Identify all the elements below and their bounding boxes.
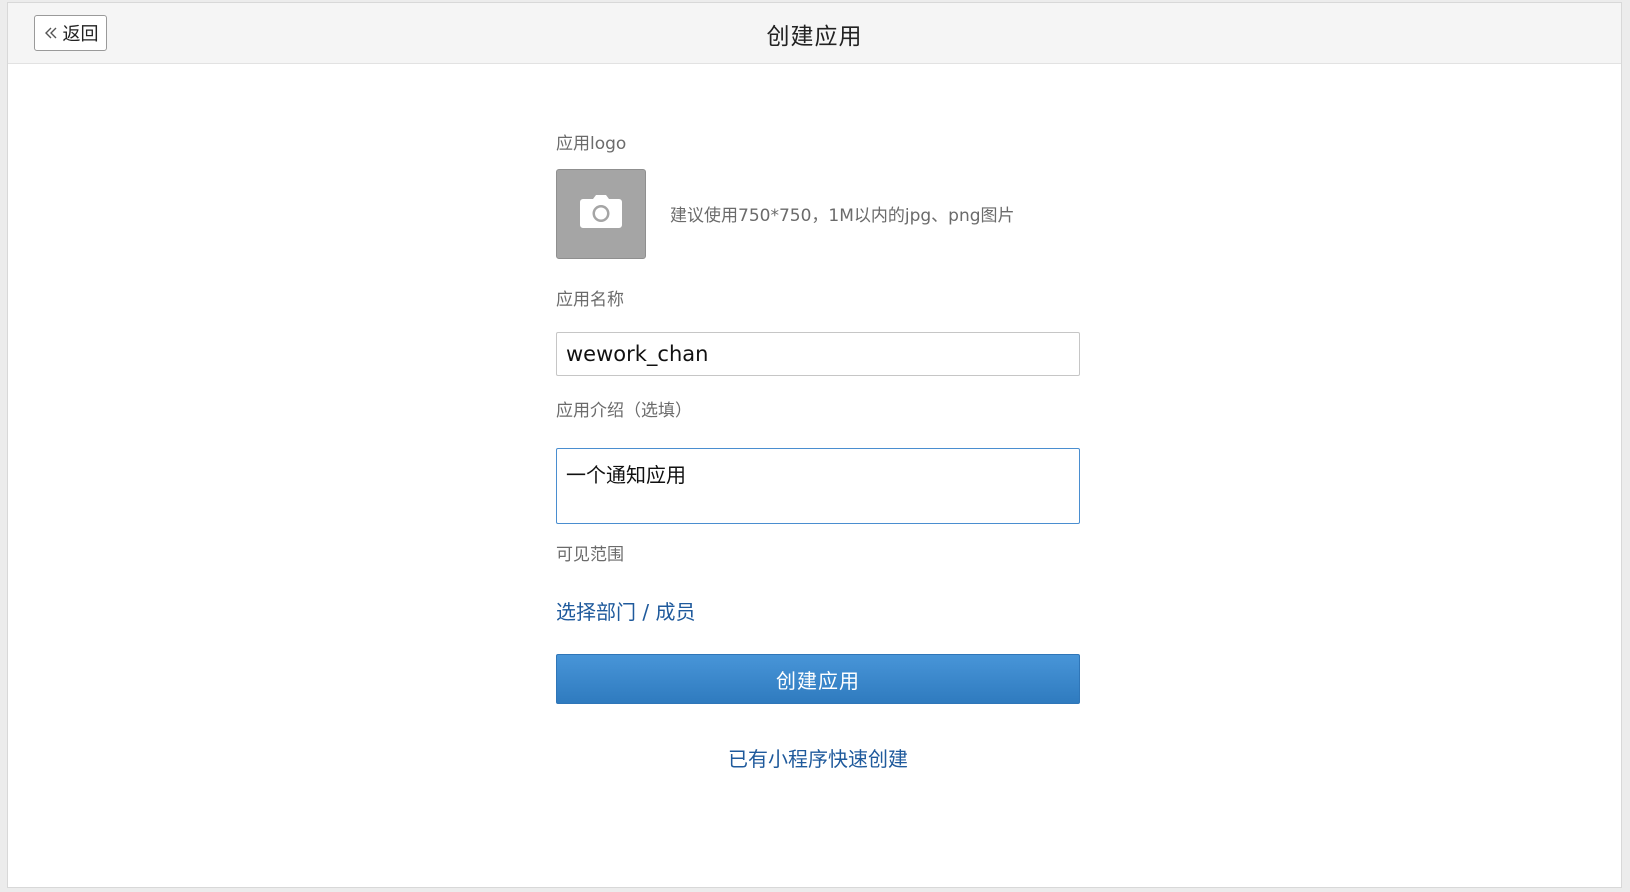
visibility-scope-label: 可见范围 (556, 545, 624, 565)
create-app-button[interactable]: 创建应用 (556, 654, 1080, 704)
app-description-textarea[interactable]: 一个通知应用 (556, 448, 1080, 524)
logo-hint: 建议使用750*750，1M以内的jpg、png图片 (670, 206, 1015, 226)
app-name-label: 应用名称 (556, 290, 624, 310)
camera-icon (579, 195, 623, 233)
app-window: 返回 创建应用 应用logo 建议使用750*750，1M以内的jpg、png图… (7, 2, 1622, 888)
mini-program-quick-create-link[interactable]: 已有小程序快速创建 (556, 743, 1080, 772)
create-app-button-label: 创建应用 (776, 668, 860, 693)
select-departments-members-link[interactable]: 选择部门 / 成员 (556, 596, 695, 625)
top-bar: 返回 创建应用 (8, 3, 1621, 64)
logo-upload-button[interactable] (556, 169, 646, 259)
page-title: 创建应用 (766, 24, 863, 50)
app-description-label: 应用介绍（选填） (556, 401, 692, 421)
logo-label: 应用logo (556, 134, 627, 154)
app-name-input[interactable] (556, 332, 1080, 376)
